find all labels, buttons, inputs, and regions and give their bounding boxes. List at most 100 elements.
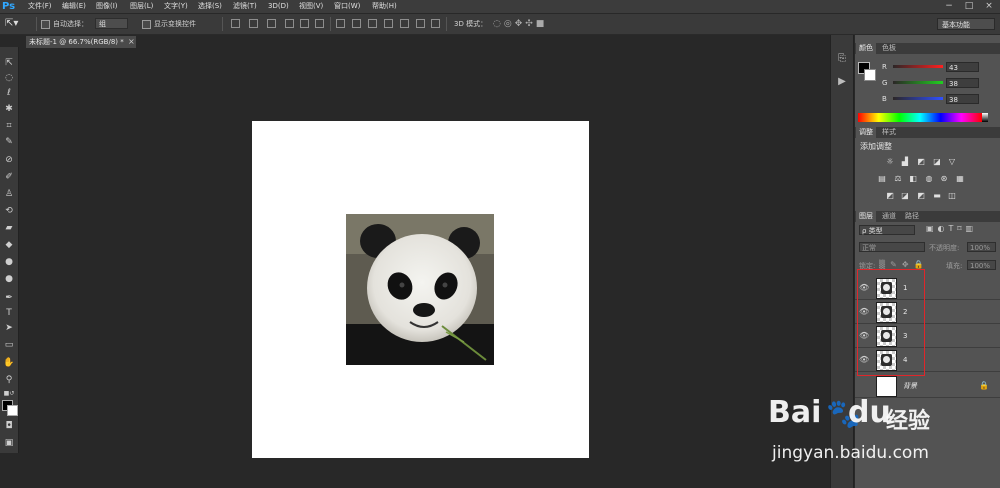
levels-icon[interactable]: ▟ [900,157,910,166]
lock-icons[interactable]: ▒✎✥🔒 [879,260,929,269]
layer-filter-dropdown[interactable]: ρ 类型 [859,225,915,235]
move-tool-icon[interactable]: ⇱ [2,57,16,70]
layer-filter-icons[interactable]: ▣◐T⌑▥ [926,224,977,233]
color-spectrum-bar[interactable] [858,113,982,122]
align-vcenter-icon[interactable] [249,19,258,28]
healing-brush-icon[interactable]: ⊘ [2,154,16,167]
blue-value-input[interactable]: 38 [946,94,979,104]
blur-tool-icon[interactable]: ● [2,256,16,269]
fill-input[interactable]: 100% [967,260,996,270]
hand-tool-icon[interactable]: ✋ [2,357,16,370]
align-top-icon[interactable] [231,19,240,28]
3d-mode-icons[interactable]: ◌◎✥✣■ [493,14,547,34]
type-tool-icon[interactable]: T [2,307,16,320]
align-right-icon[interactable] [315,19,324,28]
close-window-button[interactable]: × [980,0,998,13]
curves-icon[interactable]: ◩ [916,157,926,166]
channel-mixer-icon[interactable]: ⊛ [939,174,949,183]
close-tab-button[interactable]: × [128,36,135,48]
tab-paths[interactable]: 路径 [902,211,922,222]
menu-filter[interactable]: 滤镜(T) [233,0,257,13]
menu-view[interactable]: 视图(V) [299,0,323,13]
align-hcenter-icon[interactable] [300,19,309,28]
menu-image[interactable]: 图像(I) [96,0,118,13]
auto-select-checkbox[interactable] [41,20,50,29]
vibrance-icon[interactable]: ▽ [947,157,957,166]
background-color-swatch[interactable] [7,405,18,416]
tab-channels[interactable]: 通道 [879,211,899,222]
zoom-tool-icon[interactable]: ⚲ [2,374,16,387]
hue-saturation-icon[interactable]: ▤ [877,174,887,183]
distribute-left-icon[interactable] [384,19,393,28]
menu-edit[interactable]: 编辑(E) [62,0,86,13]
menu-help[interactable]: 帮助(H) [372,0,397,13]
distribute-right-icon[interactable] [416,19,425,28]
history-brush-icon[interactable]: ⟲ [2,205,16,218]
tab-styles[interactable]: 样式 [879,127,899,138]
maximize-button[interactable]: □ [960,0,978,13]
auto-select-dropdown[interactable]: 组 [95,18,128,29]
auto-align-icon[interactable] [431,19,440,28]
menu-window[interactable]: 窗口(W) [334,0,360,13]
menu-select[interactable]: 选择(S) [198,0,222,13]
workspace-value: 基本功能 [942,21,970,29]
tab-color[interactable]: 颜色 [856,43,876,54]
paint-bucket-icon[interactable]: ◆ [2,239,16,252]
tab-adjustments[interactable]: 调整 [856,127,876,138]
green-slider[interactable] [893,81,943,84]
actions-panel-icon[interactable]: ▶ [836,75,848,89]
photo-filter-icon[interactable]: ◍ [924,174,934,183]
history-panel-icon[interactable]: ⎘ [836,52,848,66]
dodge-tool-icon[interactable]: ● [2,273,16,286]
brush-tool-icon[interactable]: ✐ [2,171,16,184]
brightness-icon[interactable]: ☼ [885,157,895,166]
color-lookup-icon[interactable]: ▦ [955,174,965,183]
workspace-dropdown[interactable]: 基本功能 [937,18,995,30]
distribute-vcenter-icon[interactable] [352,19,361,28]
selective-color-icon[interactable]: ◫ [947,191,957,200]
minimize-button[interactable]: − [940,0,958,13]
distribute-top-icon[interactable] [336,19,345,28]
menu-layer[interactable]: 图层(L) [130,0,153,13]
clone-stamp-icon[interactable]: ♙ [2,188,16,201]
gradient-map-icon[interactable]: ▬ [932,191,942,200]
align-bottom-icon[interactable] [267,19,276,28]
tab-swatches[interactable]: 色板 [879,43,899,54]
color-balance-icon[interactable]: ⚖ [893,174,903,183]
screen-mode-icon[interactable]: ▣ [2,437,16,450]
exposure-icon[interactable]: ◪ [932,157,942,166]
align-left-icon[interactable] [285,19,294,28]
crop-tool-icon[interactable]: ⌗ [2,120,16,133]
magic-wand-icon[interactable]: ✱ [2,103,16,116]
distribute-bottom-icon[interactable] [368,19,377,28]
move-tool-icon[interactable]: ⇱▾ [5,14,18,34]
menu-3d[interactable]: 3D(D) [268,0,289,13]
invert-icon[interactable]: ◩ [885,191,895,200]
quick-mask-icon[interactable]: ◘ [2,420,16,433]
black-white-icon[interactable]: ◧ [908,174,918,183]
black-white-ramp[interactable] [982,113,988,122]
pen-tool-icon[interactable]: ✒ [2,292,16,305]
default-colors-icon[interactable]: ■↺ [2,387,16,400]
red-slider[interactable] [893,65,943,68]
path-select-icon[interactable]: ➤ [2,322,16,335]
rectangle-tool-icon[interactable]: ▭ [2,339,16,352]
eyedropper-icon[interactable]: ✎ [2,136,16,149]
marquee-tool-icon[interactable]: ◌ [2,72,16,85]
blue-slider[interactable] [893,97,943,100]
opacity-input[interactable]: 100% [967,242,996,252]
eraser-icon[interactable]: ▰ [2,222,16,235]
posterize-icon[interactable]: ◪ [900,191,910,200]
threshold-icon[interactable]: ◩ [916,191,926,200]
show-transform-checkbox[interactable] [142,20,151,29]
blend-mode-dropdown[interactable]: 正常 [859,242,925,252]
menu-file[interactable]: 文件(F) [28,0,52,13]
distribute-hcenter-icon[interactable] [400,19,409,28]
menu-type[interactable]: 文字(Y) [164,0,188,13]
lasso-tool-icon[interactable]: ℓ [2,87,16,100]
tab-layers[interactable]: 图层 [856,211,876,222]
document-tab[interactable]: 未标题-1 @ 66.7%(RGB/8) * [26,36,136,48]
green-value-input[interactable]: 38 [946,78,979,88]
color-panel-background[interactable] [864,69,876,81]
red-value-input[interactable]: 43 [946,62,979,72]
